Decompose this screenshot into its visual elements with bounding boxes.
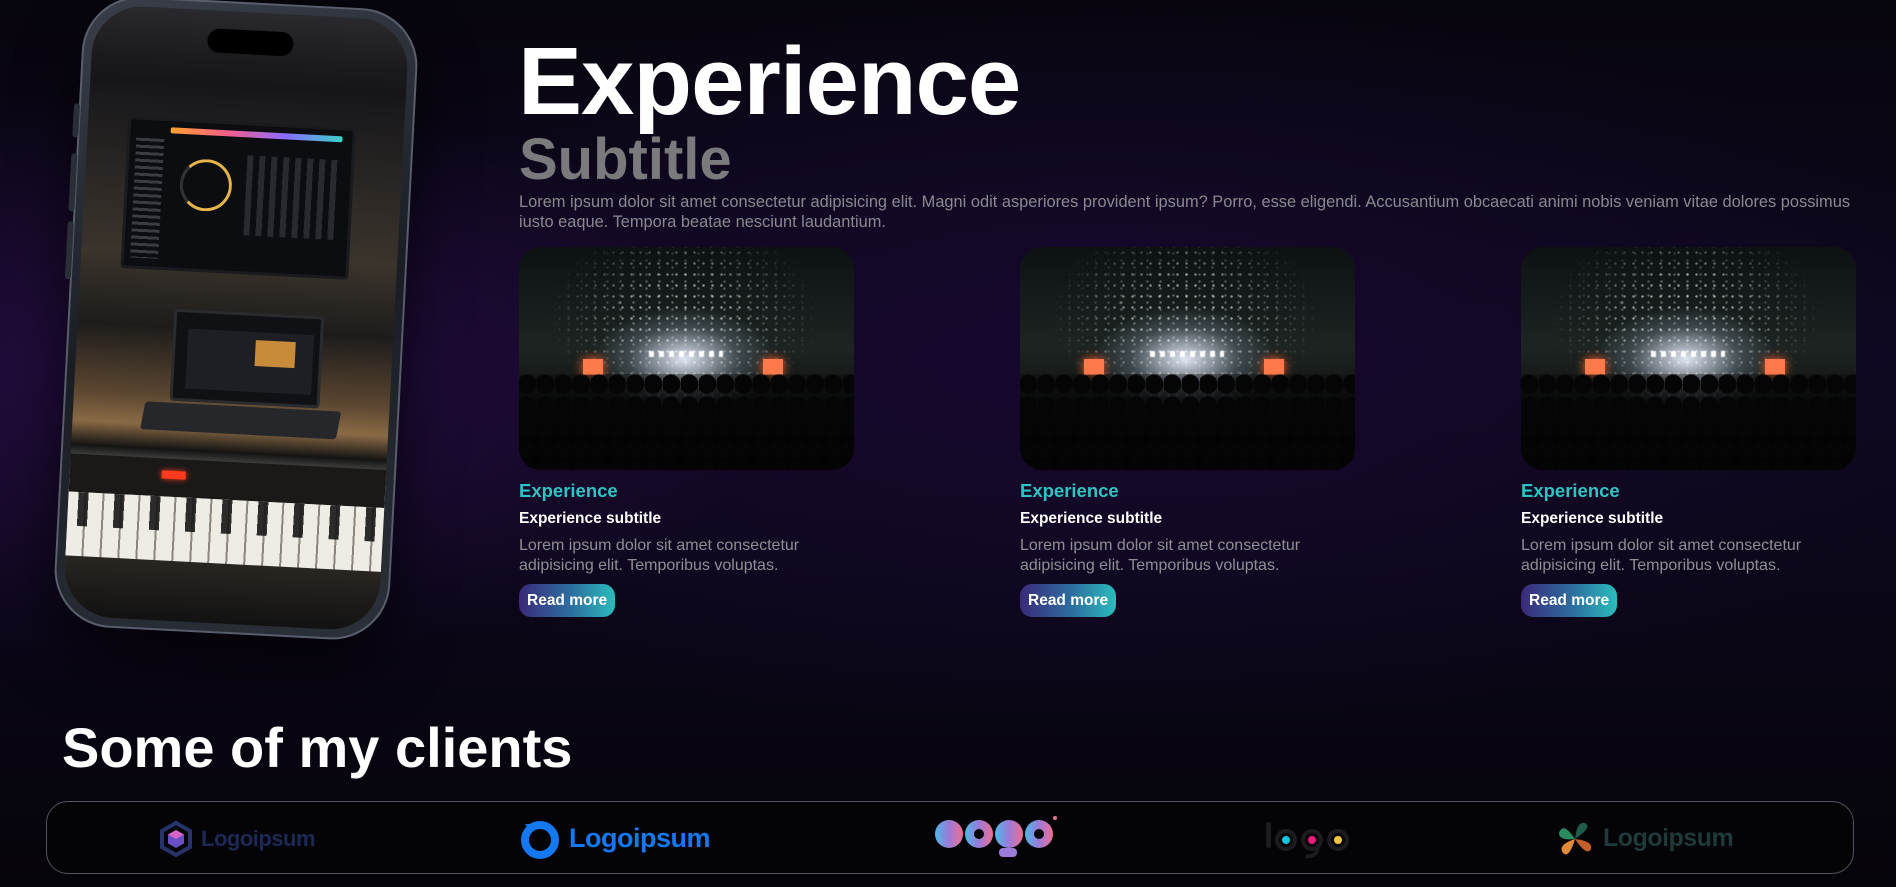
clients-logo-strip: Logoipsum Logoipsum Logoipsum [46,801,1854,874]
concert-image [519,247,854,470]
dynamic-island [206,28,295,57]
card-title: Experience [519,480,618,501]
card-description: Lorem ipsum dolor sit amet consectetur a… [1521,537,1802,574]
client-logo-5[interactable]: Logoipsum [1555,802,1734,875]
ring-logo-icon [521,820,559,859]
concert-image [1521,247,1856,470]
experience-card: Experience Experience subtitle Lorem ips… [1020,247,1355,617]
client-logo-3[interactable]: logo [931,802,1059,875]
studio-photo [62,4,410,632]
client-logo-2[interactable]: Logoipsum [519,802,710,875]
experience-card: Experience Experience subtitle Lorem ips… [519,247,854,617]
concert-image [1020,247,1355,470]
experience-card: Experience Experience subtitle Lorem ips… [1521,247,1856,617]
laptop-image [169,308,325,409]
phone-mockup [51,0,421,643]
card-description: Lorem ipsum dolor sit amet consectetur a… [519,537,800,574]
card-title: Experience [1020,480,1119,501]
hexagon-logo-icon [160,820,192,857]
dots-wordmark-logo-icon [1266,821,1349,858]
leaf-cluster-logo-icon [1559,822,1592,854]
card-subtitle: Experience subtitle [519,510,662,527]
read-more-button[interactable]: Read more [519,584,616,617]
client-logo-1[interactable]: Logoipsum [159,802,316,875]
card-subtitle: Experience subtitle [1521,510,1664,527]
card-description: Lorem ipsum dolor sit amet consectetur a… [1020,537,1301,574]
gradient-wordmark-logo-icon [935,815,1057,857]
read-more-button[interactable]: Read more [1521,584,1618,617]
clients-heading: Some of my clients [62,716,573,779]
read-more-button[interactable]: Read more [1020,584,1117,617]
hero-description: Lorem ipsum dolor sit amet consectetur a… [519,193,1851,231]
card-title: Experience [1521,480,1620,501]
monitor-image [120,116,357,280]
card-subtitle: Experience subtitle [1020,510,1163,527]
client-logo-4[interactable]: logo [1262,802,1350,875]
page-subtitle: Subtitle [519,127,732,192]
page-title: Experience [518,28,1021,135]
